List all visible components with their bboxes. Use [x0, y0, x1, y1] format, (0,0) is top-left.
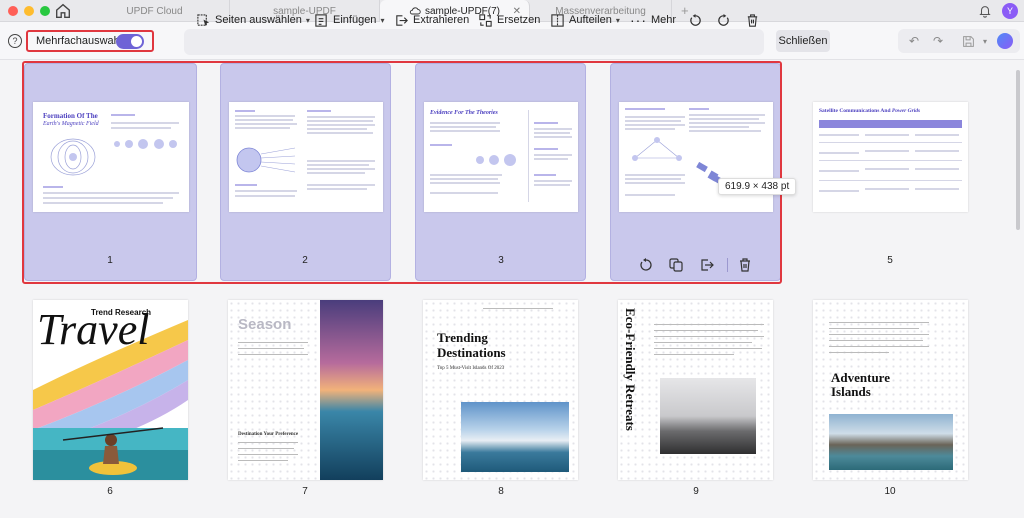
extract-page-icon[interactable]: [699, 257, 715, 273]
table-header: [819, 120, 962, 128]
rotate-page-icon[interactable]: [638, 257, 654, 273]
multi-select-control: Mehrfachauswahl: [26, 30, 154, 52]
action-divider: [727, 258, 728, 272]
replace-button[interactable]: Ersetzen: [478, 7, 540, 33]
earth-globe-diagram: [236, 147, 296, 173]
page-thumbnail-1[interactable]: Formation Of The Earth's Magnetic Field: [33, 102, 189, 212]
page-thumbnail-6[interactable]: Travel Trend Research: [33, 300, 188, 480]
page-number: 3: [498, 255, 504, 266]
trash-icon: [747, 13, 758, 27]
zoom-window-button[interactable]: [40, 6, 50, 16]
replace-icon: [479, 13, 492, 27]
coastal-arch-photo: [829, 414, 953, 470]
page-thumbnail-8[interactable]: Trending Destinations Top 5 Must-Visit I…: [423, 300, 578, 480]
rotate-right-button[interactable]: [716, 7, 731, 33]
trash-icon[interactable]: [737, 257, 753, 273]
page-thumbnail-7[interactable]: Season Destination Your Preference: [228, 300, 383, 480]
magnetic-field-diagram: [50, 138, 96, 176]
orbit-circles: [114, 139, 177, 149]
select-pages-button[interactable]: Seiten auswählen ▾: [196, 7, 310, 33]
page-thumbnail-9[interactable]: Eco-Friendly Retreats: [618, 300, 773, 480]
chevron-down-icon: ▾: [615, 15, 620, 25]
page-number: 10: [884, 486, 896, 497]
page-thumbnail-5[interactable]: Satellite Communications And Power Grids: [813, 102, 968, 212]
page-number: 2: [302, 255, 308, 266]
ai-assistant-icon[interactable]: [997, 33, 1013, 49]
chevron-down-icon: ▾: [380, 15, 385, 25]
undo-icon[interactable]: ↶: [906, 33, 922, 49]
evidence-circles: [476, 154, 516, 166]
chevron-down-icon: ▾: [305, 15, 310, 25]
multi-select-toggle[interactable]: [116, 34, 144, 49]
save-icon[interactable]: [960, 33, 976, 49]
duplicate-page-icon[interactable]: [668, 257, 684, 273]
page-number: 5: [887, 255, 893, 266]
sunset-photo: [320, 300, 383, 480]
island-photo: [461, 402, 569, 472]
close-organize-button[interactable]: Schließen: [776, 30, 830, 52]
split-button[interactable]: Aufteilen ▾: [550, 7, 620, 33]
page-size-tooltip: 619.9 × 438 pt: [718, 178, 797, 195]
page-thumbnail-3[interactable]: Evidence For The Theories: [424, 102, 578, 212]
more-button[interactable]: ··· Mehr: [630, 7, 676, 33]
network-diagram: [632, 137, 682, 161]
rotate-right-icon: [718, 13, 729, 26]
page-number: 9: [693, 486, 699, 497]
page-thumbnail-2[interactable]: [229, 102, 383, 212]
minimize-window-button[interactable]: [24, 6, 34, 16]
cursor-icon: [197, 13, 210, 26]
page-number: 8: [498, 486, 504, 497]
vertical-scrollbar[interactable]: [1016, 70, 1020, 230]
page-thumbnail-4[interactable]: [619, 102, 773, 212]
delete-button[interactable]: [745, 7, 760, 33]
chevron-down-icon[interactable]: ▾: [977, 33, 993, 49]
page-number: 6: [107, 486, 113, 497]
rock-formation-photo: [660, 378, 756, 454]
home-icon[interactable]: [54, 2, 72, 20]
split-icon: [551, 13, 564, 27]
extract-icon: [396, 14, 408, 26]
insert-page-icon: [315, 13, 327, 27]
rotate-left-icon: [690, 13, 701, 26]
redo-icon[interactable]: ↷: [930, 33, 946, 49]
page-number: 7: [302, 486, 308, 497]
window-controls: [8, 6, 50, 16]
more-icon: ···: [630, 12, 647, 28]
avatar[interactable]: Y: [1002, 3, 1018, 19]
rotate-left-button[interactable]: [688, 7, 703, 33]
page-number: 1: [107, 255, 113, 266]
page-thumbnail-10[interactable]: Adventure Islands: [813, 300, 968, 480]
help-icon[interactable]: ?: [8, 34, 22, 48]
multi-select-label: Mehrfachauswahl: [36, 35, 123, 47]
insert-button[interactable]: Einfügen ▾: [314, 7, 384, 33]
extract-button[interactable]: Extrahieren: [394, 7, 469, 33]
bell-icon[interactable]: [978, 4, 992, 18]
close-window-button[interactable]: [8, 6, 18, 16]
